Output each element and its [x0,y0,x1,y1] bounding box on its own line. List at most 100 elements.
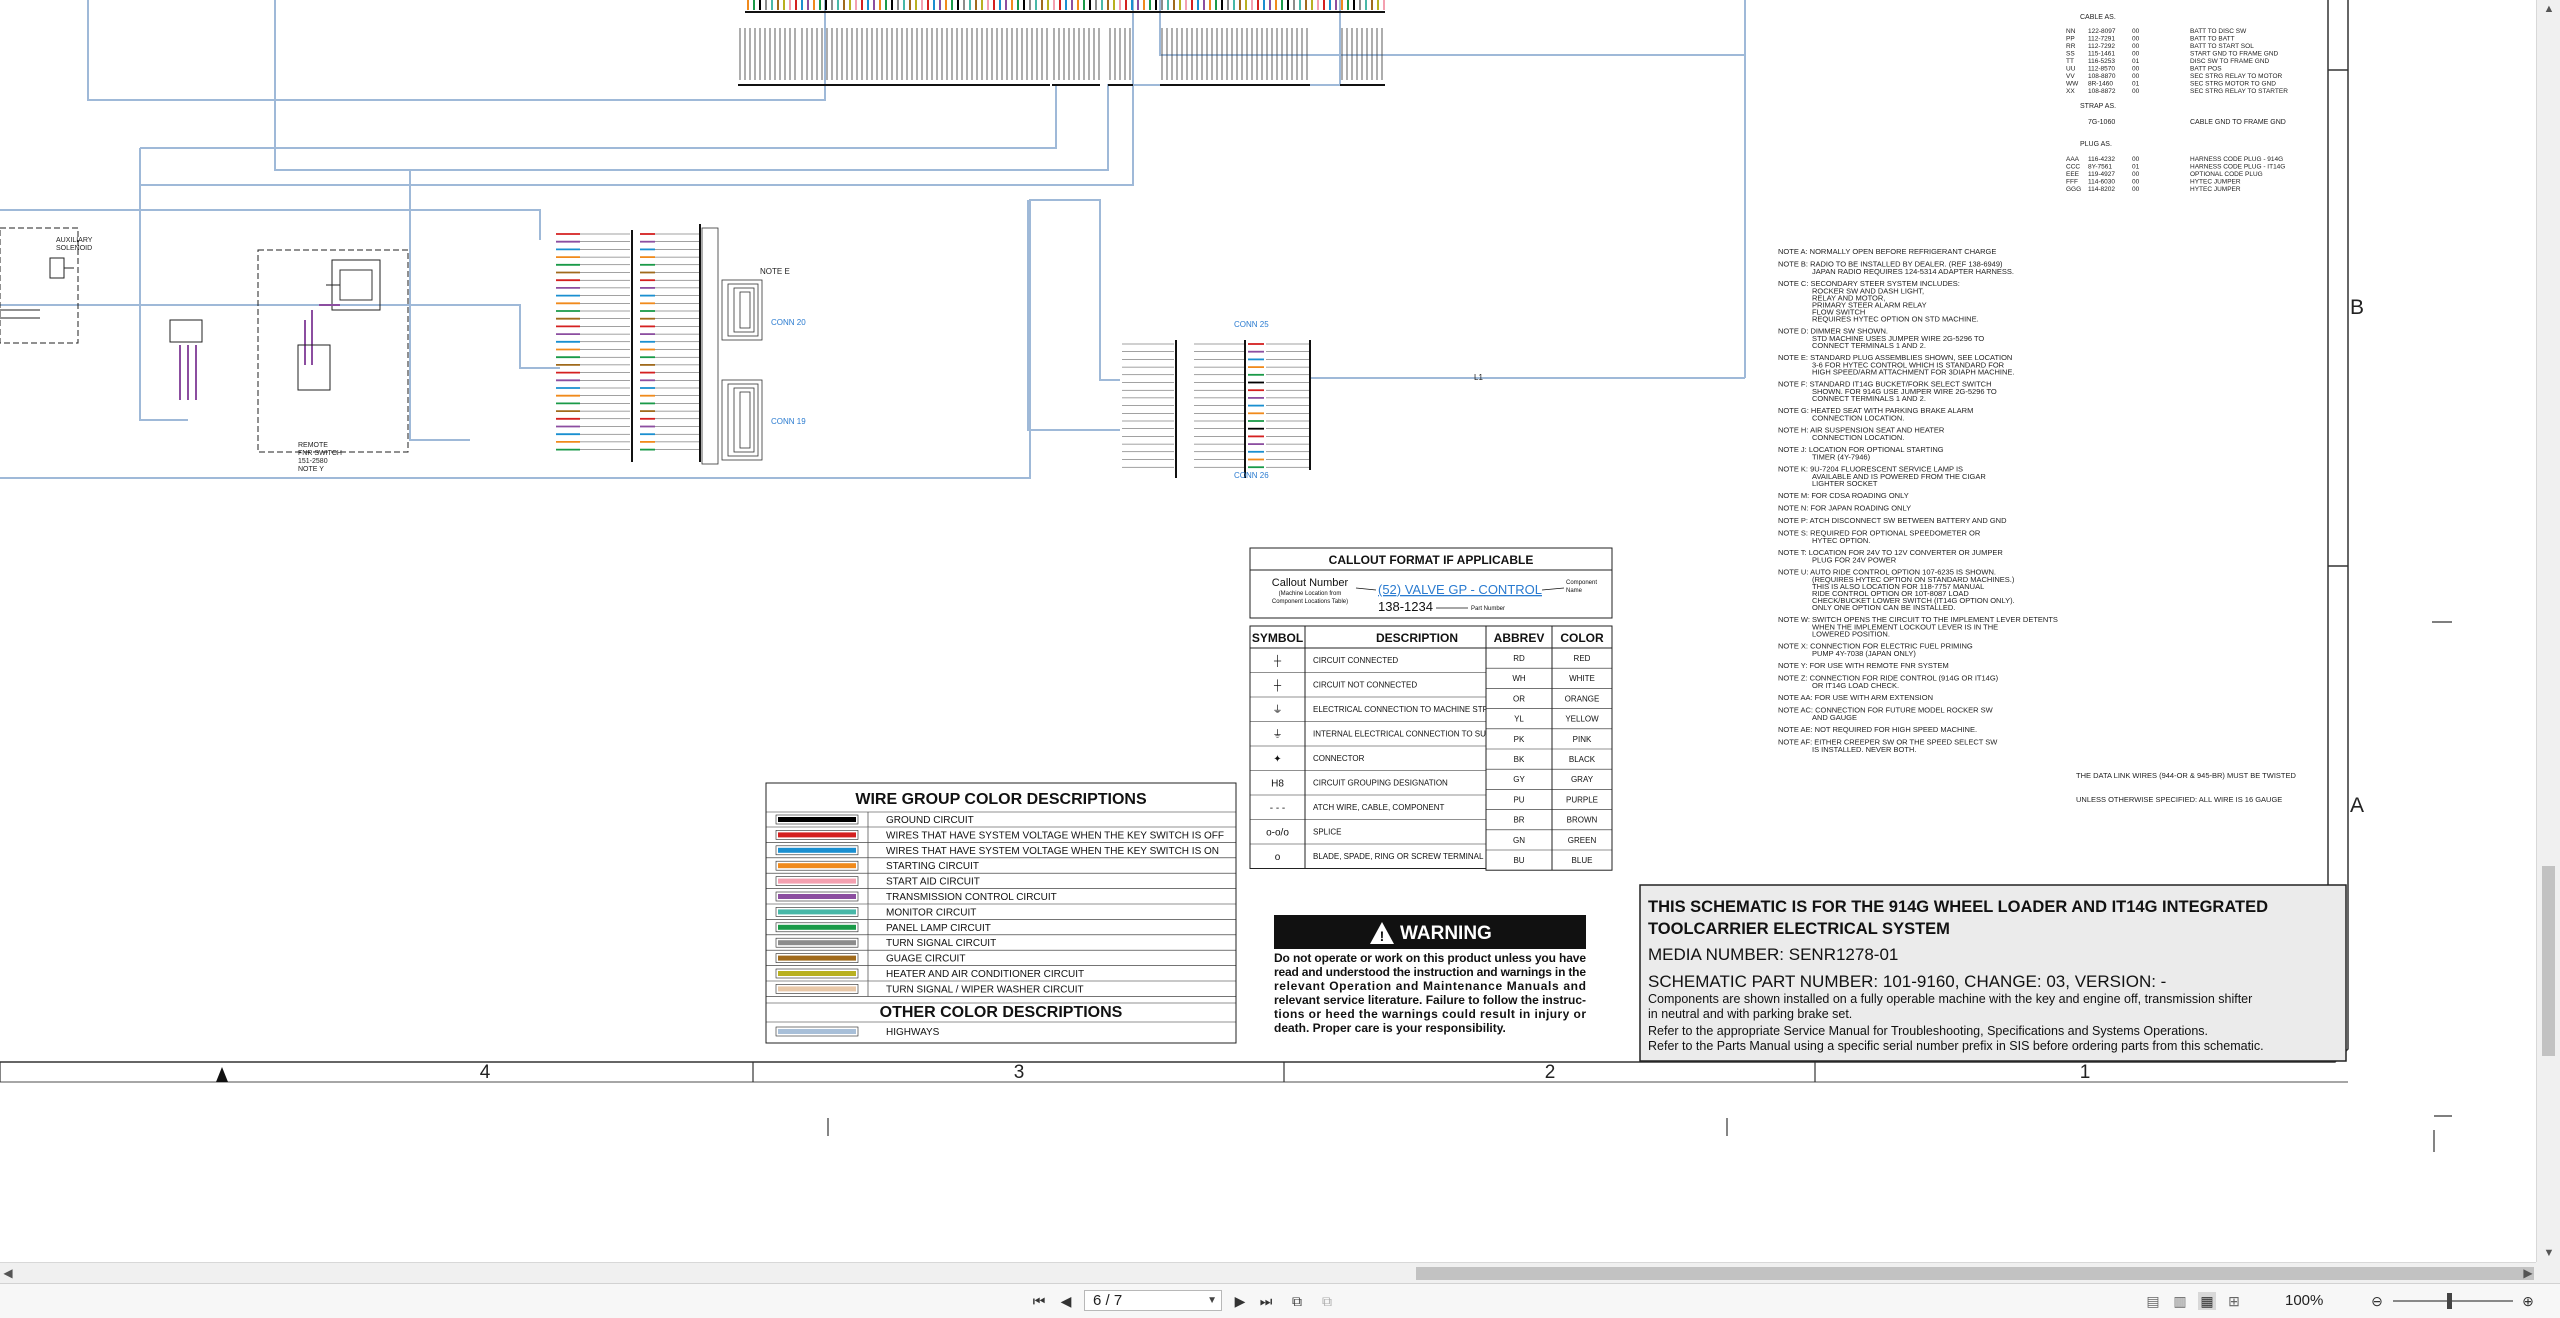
scroll-right-icon[interactable]: ▶ [2520,1263,2536,1284]
connector-block-right [1122,340,1311,478]
aux-label: AUXILIARY [56,237,93,244]
symbol-description: BLADE, SPADE, RING OR SCREW TERMINAL [1313,852,1484,861]
conn-19-label: CONN 19 [771,417,806,426]
symbol-glyph: ┼ [1273,679,1282,693]
zoom-slider[interactable] [2393,1293,2513,1309]
plug-list-cell: 114-6030 [2088,179,2115,186]
plug-list-cell: 00 [2132,179,2140,186]
l1-label: L1 [1474,373,1483,382]
symbol-glyph: ✦ [1273,754,1281,765]
callout-part: 138-1234 [1378,599,1433,614]
zoom-slider-knob[interactable] [2447,1293,2452,1309]
note-line: LIGHTER SOCKET [1812,479,1878,488]
symbol-description: CONNECTOR [1313,754,1365,763]
wire-group-legend: WIRE GROUP COLOR DESCRIPTIONS OTHER COLO… [765,782,1237,1044]
plug-list-cell: 8Y-7561 [2088,164,2112,171]
cable-header: CABLE AS. [2080,14,2116,21]
cable-list-cell: 108-8870 [2088,73,2116,80]
document-viewport[interactable]: 4 3 2 1 B A CONN 20 CONN 19 NOTE E CONN … [0,0,2536,1262]
scroll-left-icon[interactable]: ◀ [0,1263,16,1284]
cable-list-cell: 112-8570 [2088,66,2115,73]
note-line: NOTE S: REQUIRED FOR OPTIONAL SPEEDOMETE… [1778,529,1981,538]
other-color-title: OTHER COLOR DESCRIPTIONS [880,1004,1123,1021]
chevron-down-icon[interactable]: ▼ [1207,1291,1217,1310]
page-number-value: 6 / 7 [1093,1292,1123,1309]
abbrev-color-name: BLUE [1572,856,1593,865]
wire-color-swatch [778,863,856,869]
wire-color-swatch [778,955,856,961]
previous-page-icon[interactable]: ◀ [1057,1292,1075,1310]
abbrev-code: RD [1513,654,1525,663]
plug-list-cell: 00 [2132,186,2140,193]
plug-list-cell: HYTEC JUMPER [2190,186,2241,193]
description-header: DESCRIPTION [1376,631,1458,645]
conn-20-label: CONN 20 [771,318,806,327]
plug-list-cell: OPTIONAL CODE PLUG [2190,171,2263,178]
plug-list-cell: EEE [2066,171,2080,178]
abbrev-color-name: GREEN [1568,836,1597,845]
scroll-down-icon[interactable]: ▼ [2537,1244,2560,1262]
scroll-corner [2536,1262,2560,1283]
cable-list-cell: SS [2066,51,2075,58]
last-page-icon[interactable]: ⏭ [1257,1292,1275,1310]
plug-list-cell: 00 [2132,156,2140,163]
plug-list-cell: 01 [2132,164,2140,171]
next-page-icon[interactable]: ▶ [1231,1292,1249,1310]
single-page-view-icon[interactable]: ▤ [2144,1292,2162,1310]
remote-label-4: NOTE Y [298,466,324,473]
abbrev-color-name: ORANGE [1565,694,1600,703]
scroll-up-icon[interactable]: ▲ [2537,0,2560,18]
copy-page-icon[interactable]: ⧉ [1288,1292,1306,1310]
symbol-glyph: o-o/o [1266,828,1289,839]
wire-color-swatch [778,971,856,976]
conn-25-label: CONN 25 [1234,320,1269,329]
symbol-glyph: ┼ [1273,654,1282,668]
cable-list-cell: SEC STRG RELAY TO STARTER [2190,88,2288,95]
zone-col-2: 2 [1545,1062,1556,1083]
abbrev-code: YL [1514,715,1524,724]
note-line: NOTE AA: FOR USE WITH ARM EXTENSION [1778,693,1933,702]
cable-list-cell: 00 [2132,73,2140,80]
wire-color-label: TURN SIGNAL CIRCUIT [886,938,996,949]
horizontal-scrollbar[interactable]: ◀ ▶ [0,1262,2536,1284]
abbrev-code: PK [1514,735,1525,744]
cable-list: CABLE AS. STRAP AS. 7G-1060 CABLE GND TO… [2066,14,2288,193]
plug-list-cell: CCC [2066,164,2080,171]
plug-list-cell: AAA [2066,156,2080,163]
wire-color-swatch [778,986,856,992]
other-color-swatch [778,1029,856,1034]
continuous-view-icon[interactable]: ▥ [2171,1292,2189,1310]
zoom-level[interactable]: 100% [2285,1292,2323,1309]
cable-list-cell: 01 [2132,58,2140,65]
horizontal-scroll-thumb[interactable] [1416,1267,2534,1280]
title-note-3: Refer to the appropriate Service Manual … [1648,1024,2208,1038]
fit-view-icon[interactable]: ⊞ [2225,1292,2243,1310]
vertical-scrollbar[interactable]: ▲ ▼ [2536,0,2560,1262]
cable-list-cell: BATT TO BATT [2190,36,2235,43]
cable-list-cell: NN [2066,28,2076,35]
facing-view-icon[interactable]: ▦ [2198,1292,2216,1310]
paste-page-icon[interactable]: ⧉ [1318,1292,1336,1310]
zone-col-4: 4 [480,1062,491,1083]
zone-col-3: 3 [1014,1062,1025,1083]
zoom-out-icon[interactable]: ⊖ [2368,1292,2386,1310]
vertical-scroll-thumb[interactable] [2542,866,2555,1056]
abbrev-color-name: RED [1574,654,1591,663]
page-number-field[interactable]: 6 / 7 ▼ [1084,1290,1222,1311]
title-line-2: TOOLCARRIER ELECTRICAL SYSTEM [1648,920,1950,938]
zoom-in-icon[interactable]: ⊕ [2519,1292,2537,1310]
connector-block-left [556,224,763,465]
plug-list-cell: HARNESS CODE PLUG - 914G [2190,156,2283,163]
media-number: MEDIA NUMBER: SENR1278-01 [1648,945,1898,964]
wire-group-title: WIRE GROUP COLOR DESCRIPTIONS [855,791,1147,808]
wire-color-swatch [778,940,856,946]
zone-marker [216,1067,228,1082]
plug-list-cell: 114-8202 [2088,186,2115,193]
symbol-glyph: ⏚ [1273,729,1283,741]
note-line: LOWERED POSITION. [1812,630,1890,639]
wire-color-label: MONITOR CIRCUIT [886,907,976,918]
remote-label-3: 151-2580 [298,458,328,465]
symbol-glyph: H8 [1271,779,1284,790]
cable-list-cell: SEC STRG RELAY TO MOTOR [2190,73,2283,80]
first-page-icon[interactable]: ⏮ [1030,1292,1048,1310]
